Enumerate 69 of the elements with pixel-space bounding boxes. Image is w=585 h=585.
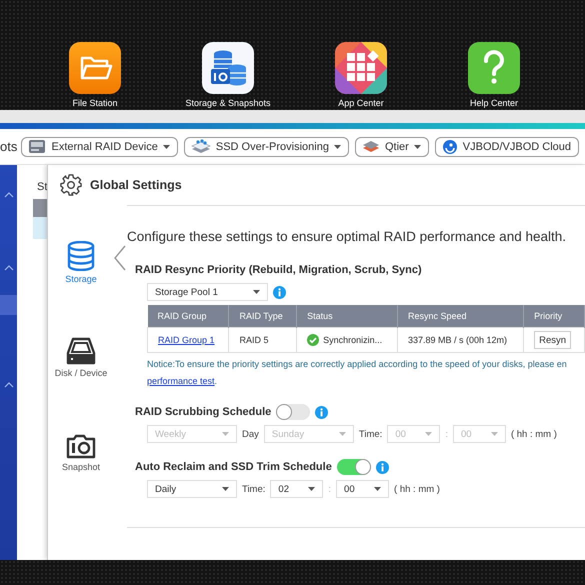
day-label: Day xyxy=(242,428,259,440)
time-separator: : xyxy=(328,484,332,494)
dialog-title: Global Settings xyxy=(90,178,182,192)
table-cell: RAID 5 xyxy=(228,328,297,352)
toolbar-dropdown[interactable]: Qtier xyxy=(354,136,429,156)
column-header: Resync Speed xyxy=(397,305,524,328)
app-label[interactable]: App Center xyxy=(338,98,384,108)
minute-select[interactable]: 00 xyxy=(336,480,390,498)
toggle-switch[interactable] xyxy=(336,459,371,475)
question-mark-icon[interactable] xyxy=(468,42,520,94)
folder-icon[interactable] xyxy=(69,42,121,94)
caret-icon xyxy=(308,487,316,491)
drive-icon xyxy=(28,139,46,154)
time-separator: : xyxy=(445,428,448,440)
time-format-hint: ( hh : mm ) xyxy=(510,428,557,440)
database-camera-icon[interactable] xyxy=(202,42,254,94)
chevron-icon[interactable] xyxy=(4,382,14,388)
pool-select[interactable]: Storage Pool 1 xyxy=(147,283,268,301)
chevron-icon[interactable] xyxy=(4,192,14,198)
disk-drive-icon xyxy=(66,337,96,365)
panel-title: St xyxy=(37,181,48,195)
column-header: RAID Type xyxy=(228,305,297,328)
app-label[interactable]: Help Center xyxy=(470,98,518,108)
layers-icon xyxy=(362,139,380,154)
info-icon[interactable] xyxy=(315,406,328,418)
performance-test-link[interactable]: performance test xyxy=(147,376,215,386)
caret-icon xyxy=(374,487,382,491)
section-title: RAID Resync Priority (Rebuild, Migration, Scrub, Sync) xyxy=(135,264,422,276)
nav-tab[interactable]: Disk / Device xyxy=(51,337,111,433)
hour-select[interactable]: 02 xyxy=(270,480,324,498)
ssd-stack-icon xyxy=(190,139,211,154)
app-label[interactable]: File Station xyxy=(72,98,118,108)
window-title: ots xyxy=(0,139,18,154)
time-format-hint: ( hh : mm ) xyxy=(394,484,440,494)
time-label: Time: xyxy=(242,484,266,494)
caret-icon xyxy=(222,487,229,491)
intro-text: Configure these settings to ensure optimal RAID performance and health. xyxy=(127,229,567,244)
info-icon[interactable] xyxy=(376,460,389,474)
chevron-left-icon[interactable] xyxy=(114,245,126,271)
section-title: Auto Reclaim and SSD Trim Schedule xyxy=(135,461,332,473)
toolbar-dropdown[interactable]: SSD Over-Provisioning xyxy=(184,136,349,156)
settings-icon xyxy=(60,174,82,196)
column-header: Priority xyxy=(524,305,584,328)
nav-tab[interactable]: Storage xyxy=(51,241,111,337)
priority-button[interactable]: Resyn xyxy=(534,331,572,349)
toggle-switch[interactable] xyxy=(276,404,310,420)
info-icon[interactable] xyxy=(273,286,286,298)
caret-icon xyxy=(338,432,346,436)
status-text: Synchronizin... xyxy=(323,335,382,345)
time-label: Time: xyxy=(358,428,382,440)
camera-icon xyxy=(66,433,96,459)
caret-icon xyxy=(425,432,432,436)
caret-icon xyxy=(253,290,260,294)
chevron-icon[interactable] xyxy=(4,265,14,271)
database-icon xyxy=(67,241,95,271)
frequency-select[interactable]: Daily xyxy=(147,480,237,498)
app-label[interactable]: Storage & Snapshots xyxy=(185,98,271,108)
table-cell: 337.89 MB / s (00h 12m) xyxy=(397,328,524,352)
column-header: Status xyxy=(296,305,398,328)
notice-text: Notice:To ensure the priority settings are correctly applied according to the speed of your disks, please en performance test. xyxy=(147,358,568,388)
column-header: RAID Group xyxy=(148,305,229,328)
toolbar-dropdown[interactable]: VJBOD/VJBOD Cloud xyxy=(434,136,579,156)
caret-icon xyxy=(222,432,229,436)
table-header xyxy=(33,199,47,217)
app-grid-icon[interactable] xyxy=(335,42,387,94)
toolbar-dropdown[interactable]: External RAID Device xyxy=(21,136,178,156)
section-title: RAID Scrubbing Schedule xyxy=(135,406,272,418)
caret-icon xyxy=(490,432,498,436)
nav-tab[interactable]: Snapshot xyxy=(51,433,111,529)
